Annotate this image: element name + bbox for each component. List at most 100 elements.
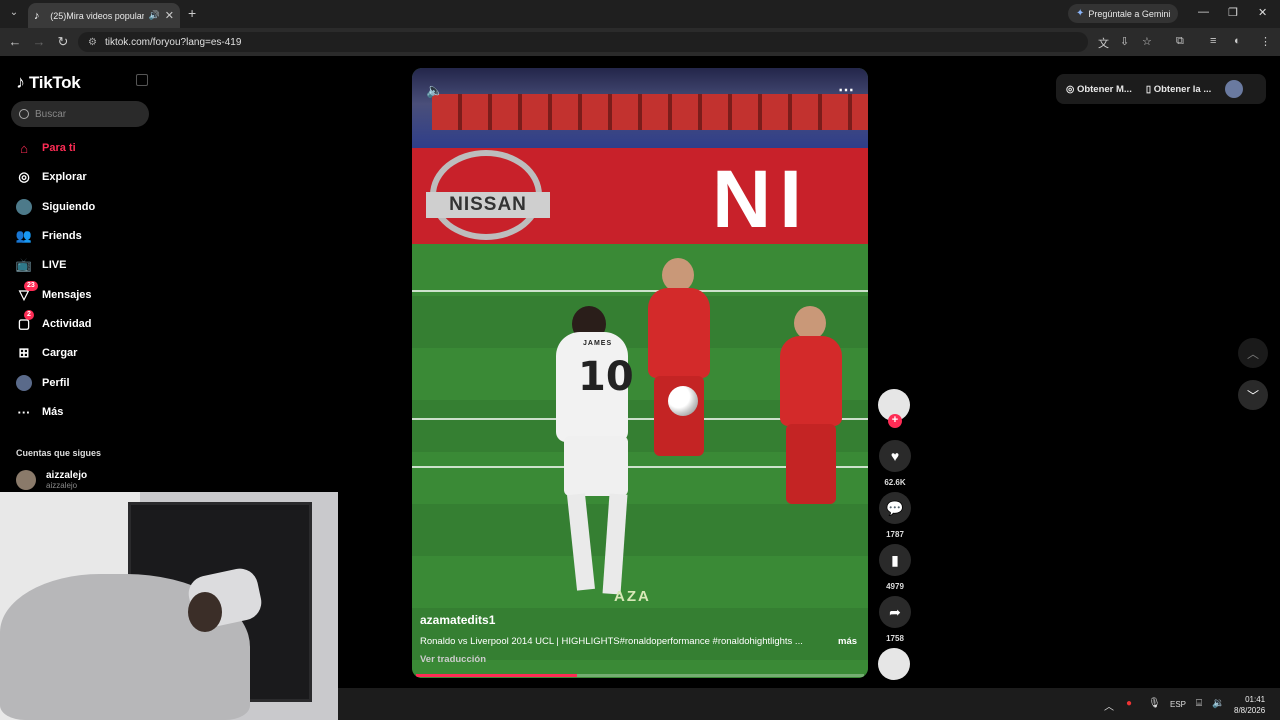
profile-icon xyxy=(16,375,32,391)
network-icon[interactable]: ⌸ xyxy=(1196,698,1202,709)
microphone-icon[interactable]: 🎙 xyxy=(1148,698,1161,709)
video-player[interactable]: NISSAN NI JAMES 10 🔈 ⋯ AZA azamatedits1 … xyxy=(412,68,868,678)
browser-tab-tiktok[interactable]: ♪ (25)Mira videos populares 🔊 ✕ xyxy=(28,3,180,28)
save-button[interactable]: ▮ 4979 xyxy=(878,544,912,591)
sidebar-item-cargar[interactable]: ⊞ Cargar xyxy=(16,342,78,364)
sidebar-item-live[interactable]: 📺 LIVE xyxy=(16,254,67,276)
music-disc-avatar[interactable] xyxy=(878,648,910,680)
browser-menu-icon[interactable]: ⋮ xyxy=(1260,35,1271,48)
following-account-name: aizzalejo xyxy=(46,470,88,481)
sidebar-item-label: LIVE xyxy=(42,259,67,271)
forward-icon[interactable]: → xyxy=(31,34,47,49)
windows-taskbar: ︿ ● 🎙 ESP ⌸ 🔉 01:41 8/8/2026 xyxy=(338,688,1280,720)
back-icon[interactable]: ← xyxy=(7,34,23,49)
following-account[interactable]: aizzalejo aizzalejo xyxy=(16,470,87,490)
gemini-label: Pregúntale a Gemini xyxy=(1088,8,1171,19)
install-app-icon[interactable]: ⇩ xyxy=(1120,35,1129,48)
following-icon xyxy=(16,199,32,215)
sidebar-item-label: Cargar xyxy=(42,347,78,359)
share-button[interactable]: ➦ 1758 xyxy=(878,596,912,643)
sidebar-item-mas[interactable]: ··· Más xyxy=(16,401,64,423)
collapse-sidebar-icon[interactable] xyxy=(136,74,148,86)
site-info-icon[interactable]: ⚙ xyxy=(88,37,97,48)
tab-search-dropdown-icon[interactable]: ⌄ xyxy=(6,5,22,21)
volume-icon[interactable]: 🔈 xyxy=(426,82,443,99)
top-right-actions: ◎ Obtener M... ▯ Obtener la ... xyxy=(1056,74,1266,104)
activity-icon: ▢ 2 xyxy=(16,310,34,332)
system-clock[interactable]: 01:41 8/8/2026 xyxy=(1234,694,1265,716)
video-author[interactable]: azamatedits1 xyxy=(420,613,495,627)
comment-count: 1787 xyxy=(886,530,904,539)
translate-icon[interactable]: 文 xyxy=(1098,35,1109,51)
video-progress-fill xyxy=(416,674,578,677)
get-app-button[interactable]: ▯ Obtener la ... xyxy=(1146,84,1211,95)
translate-button[interactable]: Ver traducción xyxy=(420,654,486,665)
new-tab-button[interactable]: + xyxy=(188,5,196,21)
upload-icon: ⊞ xyxy=(18,345,30,360)
comment-button[interactable]: 💬 1787 xyxy=(878,492,912,539)
restore-button[interactable]: ❐ xyxy=(1228,6,1238,19)
next-video-button[interactable]: ﹀ xyxy=(1238,380,1268,410)
tray-app-icon[interactable]: ● xyxy=(1126,698,1132,709)
get-app-label: Obtener la ... xyxy=(1153,83,1212,95)
media-control-icon[interactable]: ≡ xyxy=(1210,35,1216,47)
player-red-head xyxy=(662,258,694,292)
clock-date: 8/8/2026 xyxy=(1234,706,1266,715)
url-text: tiktok.com/foryou?lang=es-419 xyxy=(104,36,242,48)
sidebar-item-perfil[interactable]: Perfil xyxy=(16,372,70,394)
description-more-button[interactable]: más xyxy=(838,636,857,647)
brand-name: TikTok xyxy=(29,72,81,92)
video-more-icon[interactable]: ⋯ xyxy=(838,80,854,100)
sidebar-item-para-ti[interactable]: ⌂ Para ti xyxy=(16,137,76,159)
video-description: Ronaldo vs Liverpool 2014 UCL | HIGHLIGH… xyxy=(420,636,803,647)
close-window-button[interactable]: ✕ xyxy=(1258,6,1267,19)
get-coins-label: Obtener M... xyxy=(1076,83,1132,95)
bookmark-star-icon[interactable]: ☆ xyxy=(1142,35,1152,48)
football xyxy=(668,386,698,416)
sidebar-item-mensajes[interactable]: ▽ 23 Mensajes xyxy=(16,281,92,306)
sidebar-item-siguiendo[interactable]: Siguiendo xyxy=(16,196,95,218)
search-box[interactable] xyxy=(11,101,149,127)
browser-tab-bar: ⌄ ♪ (25)Mira videos populares 🔊 ✕ + ✦ Pr… xyxy=(0,0,1280,28)
minimize-button[interactable]: — xyxy=(1198,6,1209,18)
language-indicator[interactable]: ESP xyxy=(1170,700,1186,709)
activity-badge: 2 xyxy=(24,310,34,320)
user-avatar[interactable] xyxy=(1225,80,1244,98)
search-input[interactable] xyxy=(35,108,135,120)
browser-toolbar: ← → ↻ ⚙ tiktok.com/foryou?lang=es-419 文 … xyxy=(0,28,1280,56)
player-red-legs xyxy=(786,424,836,504)
sidebar-item-actividad[interactable]: ▢ 2 Actividad xyxy=(16,310,92,335)
volume-tray-icon[interactable]: 🔉 xyxy=(1212,698,1224,709)
webcam-person xyxy=(188,592,222,632)
video-watermark: AZA xyxy=(614,588,651,605)
player-white-shorts xyxy=(564,436,628,496)
avatar xyxy=(16,470,36,490)
gemini-button[interactable]: ✦ Pregúntale a Gemini xyxy=(1068,4,1179,23)
previous-video-button[interactable]: ︿ xyxy=(1238,338,1268,368)
tab-audio-icon[interactable]: 🔊 xyxy=(149,10,160,21)
sidebar-item-explorar[interactable]: ◎ Explorar xyxy=(16,166,86,188)
player-red xyxy=(762,306,858,506)
webcam-overlay xyxy=(0,492,338,720)
sidebar-item-label: Siguiendo xyxy=(42,201,96,213)
follow-plus-icon[interactable]: + xyxy=(888,414,902,428)
video-progress-bar[interactable] xyxy=(416,674,864,677)
profile-avatar-icon[interactable]: ◐ xyxy=(1234,35,1241,47)
like-button[interactable]: ♥ 62.6K xyxy=(878,440,912,487)
tiktok-logo[interactable]: ♪ TikTok xyxy=(16,72,81,93)
player-red-body xyxy=(780,336,842,426)
reload-icon[interactable]: ↻ xyxy=(55,34,71,50)
sponsor-logo: NISSAN xyxy=(426,192,550,218)
get-coins-button[interactable]: ◎ Obtener M... xyxy=(1066,84,1132,95)
tray-chevron-icon[interactable]: ︿ xyxy=(1104,698,1114,713)
tab-close-icon[interactable]: ✕ xyxy=(165,9,174,22)
sidebar-item-friends[interactable]: 👥 Friends xyxy=(16,225,82,247)
compass-icon: ◎ xyxy=(18,169,30,184)
tab-title: (25)Mira videos populares xyxy=(50,10,143,21)
address-bar[interactable]: ⚙ tiktok.com/foryou?lang=es-419 xyxy=(78,32,1088,52)
sidebar-item-label: Más xyxy=(42,406,64,418)
following-account-handle: aizzalejo xyxy=(46,481,78,490)
gemini-sparkle-icon: ✦ xyxy=(1076,8,1085,19)
player-white-leg xyxy=(602,493,628,595)
extensions-icon[interactable]: ⧉ xyxy=(1176,35,1184,48)
